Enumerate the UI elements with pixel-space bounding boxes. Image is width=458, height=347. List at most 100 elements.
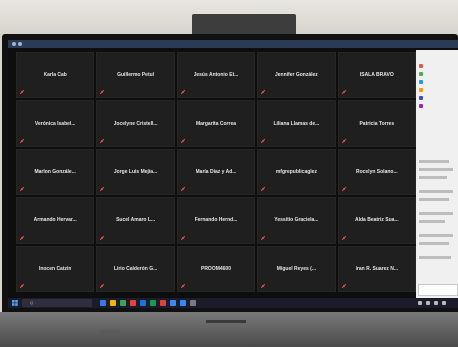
- muted-mic-icon: [341, 90, 346, 95]
- panel-app-icon[interactable]: [419, 72, 423, 76]
- panel-app-icon[interactable]: [419, 64, 423, 68]
- chat-line: [419, 242, 449, 245]
- participant-tile[interactable]: Iran R. Suarez N...: [337, 245, 416, 292]
- participant-tile[interactable]: Lirio Calderón G...: [96, 245, 175, 292]
- muted-mic-icon: [261, 235, 266, 240]
- muted-mic-icon: [180, 187, 185, 192]
- participant-tile[interactable]: Fernando Hernd...: [176, 197, 256, 244]
- tray-icon[interactable]: [434, 301, 438, 305]
- participant-name: Jorge Luis Mejía...: [113, 168, 158, 175]
- taskbar: Q: [8, 298, 458, 308]
- participant-tile[interactable]: María Díaz y Ad...: [176, 148, 256, 196]
- taskbar-app-icon[interactable]: [190, 300, 196, 306]
- participant-name: PROOM4600: [200, 265, 231, 272]
- participant-tile[interactable]: Marlon Gonzále...: [16, 148, 95, 196]
- muted-mic-icon: [20, 90, 24, 95]
- windows-start-icon[interactable]: [12, 300, 18, 306]
- participant-tile[interactable]: PROOM4600: [176, 245, 256, 292]
- panel-app-icon[interactable]: [419, 104, 423, 108]
- participant-tile[interactable]: Miguel Reyes (...: [257, 245, 336, 292]
- participant-tile[interactable]: Armando Hervar...: [16, 197, 95, 244]
- participant-tile[interactable]: Karla Cab: [16, 52, 95, 99]
- chat-line: [419, 212, 453, 215]
- screen: Karla Cab Guillermo Petul Jesús Antonio …: [8, 40, 458, 308]
- panel-app-icon[interactable]: [419, 88, 423, 92]
- taskbar-app-icon[interactable]: [100, 300, 106, 306]
- participant-tile[interactable]: Jesús Antonio Et...: [176, 52, 256, 99]
- muted-mic-icon: [180, 235, 185, 240]
- muted-mic-icon: [261, 90, 266, 95]
- participant-name: Patricia Torres: [359, 120, 395, 127]
- participant-name: ISALA BRAVO: [359, 72, 394, 79]
- chat-line: [419, 176, 447, 179]
- tray-icon[interactable]: [442, 301, 446, 305]
- participant-name: Miguel Reyes (...: [276, 265, 316, 272]
- chat-line: [419, 190, 453, 193]
- monitor-bezel: [0, 312, 458, 347]
- muted-mic-icon: [100, 235, 105, 240]
- muted-mic-icon: [20, 138, 24, 143]
- muted-mic-icon: [341, 187, 346, 192]
- participant-tile[interactable]: Jocelyne Cristell...: [96, 100, 175, 147]
- chat-line: [419, 160, 449, 163]
- muted-mic-icon: [261, 138, 266, 143]
- participant-tile[interactable]: mfgrepublicaglez: [257, 148, 336, 196]
- participant-name: Rocelyn Solano...: [355, 168, 398, 175]
- tray-icon[interactable]: [418, 301, 422, 305]
- muted-mic-icon: [100, 90, 105, 95]
- zoom-icon[interactable]: [180, 300, 186, 306]
- monitor-brand-mark: [206, 320, 246, 323]
- taskbar-app-icon[interactable]: [130, 300, 136, 306]
- muted-mic-icon: [100, 138, 105, 143]
- taskbar-app-icon[interactable]: [170, 300, 176, 306]
- window-dot-icon: [18, 42, 22, 46]
- chat-line: [419, 168, 453, 171]
- tray-icon[interactable]: [426, 301, 430, 305]
- participant-tile[interactable]: Jennifer González: [257, 52, 336, 99]
- chat-line: [419, 234, 453, 237]
- participant-tile[interactable]: Inocen Catzin: [16, 245, 95, 292]
- meeting-top-bar: [8, 40, 458, 48]
- participant-name: Marlon Gonzále...: [34, 168, 76, 175]
- participant-name: Lirio Calderón G...: [113, 265, 158, 272]
- window-dot-icon: [12, 42, 16, 46]
- chat-line: [419, 256, 451, 259]
- folder-icon[interactable]: [110, 300, 116, 306]
- participant-tile[interactable]: Rocelyn Solano...: [337, 148, 416, 196]
- muted-mic-icon: [180, 90, 185, 95]
- participant-grid: Karla Cab Guillermo Petul Jesús Antonio …: [16, 52, 416, 292]
- participant-tile[interactable]: ISALA BRAVO: [337, 52, 416, 99]
- panel-app-icon[interactable]: [419, 80, 423, 84]
- taskbar-app-icon[interactable]: [160, 300, 166, 306]
- participant-tile[interactable]: Patricia Torres: [337, 100, 416, 147]
- participant-tile[interactable]: Verónica Isabel...: [16, 100, 95, 147]
- taskbar-app-icon[interactable]: [150, 300, 156, 306]
- muted-mic-icon: [341, 138, 346, 143]
- taskbar-app-icon[interactable]: [120, 300, 126, 306]
- muted-mic-icon: [20, 284, 24, 288]
- participant-tile[interactable]: Jorge Luis Mejía...: [96, 148, 175, 196]
- participant-name: Yessitio Graciela...: [274, 217, 319, 224]
- muted-mic-icon: [100, 187, 105, 192]
- monitor-hinge: [100, 330, 120, 336]
- taskbar-search-input[interactable]: Q: [22, 299, 92, 307]
- participant-tile[interactable]: Alda Beatriz Sua...: [337, 197, 416, 244]
- participant-name: Sucel Amaro L...: [116, 217, 156, 224]
- participant-name: Liliana Llamas de...: [273, 120, 320, 127]
- participant-name: Karla Cab: [43, 72, 67, 79]
- muted-mic-icon: [261, 187, 266, 192]
- participant-tile[interactable]: Guillermo Petul: [96, 52, 175, 99]
- participant-tile[interactable]: Yessitio Graciela...: [257, 197, 336, 244]
- participant-name: Inocen Catzin: [38, 265, 72, 272]
- taskbar-app-icon[interactable]: [140, 300, 146, 306]
- chat-input[interactable]: [418, 284, 458, 296]
- participant-name: Alda Beatriz Sua...: [354, 217, 399, 224]
- panel-app-icon[interactable]: [419, 96, 423, 100]
- participant-name: Margarita Correa: [195, 120, 236, 127]
- participant-tile[interactable]: Margarita Correa: [176, 100, 256, 147]
- participant-tile[interactable]: Sucel Amaro L...: [96, 197, 175, 244]
- chat-line: [419, 198, 449, 201]
- muted-mic-icon: [261, 284, 266, 288]
- participant-tile[interactable]: Liliana Llamas de...: [257, 100, 336, 147]
- muted-mic-icon: [100, 284, 105, 288]
